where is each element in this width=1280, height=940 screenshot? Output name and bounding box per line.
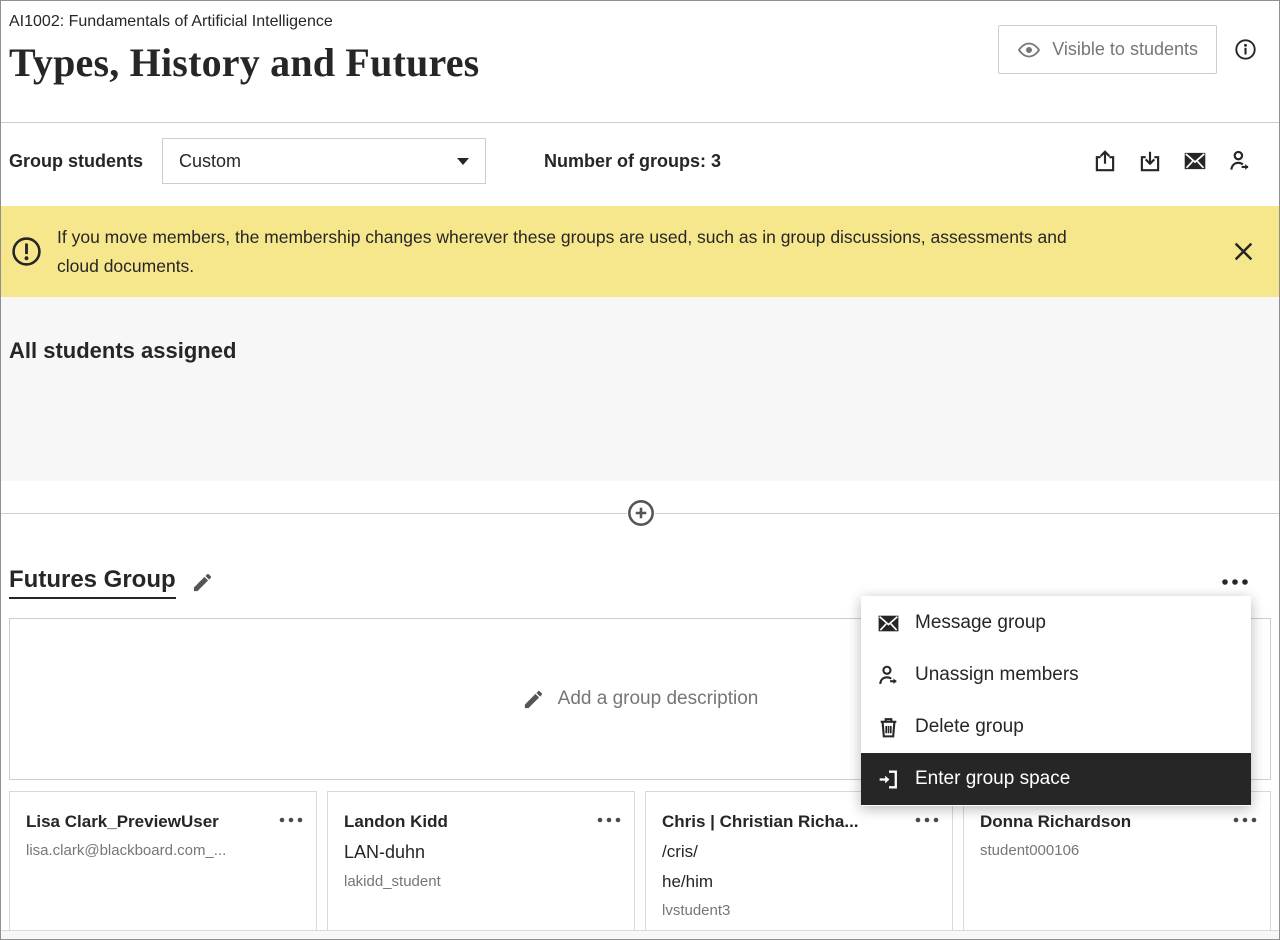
group-context-menu: Message group Unassign members Delete gr… xyxy=(861,596,1251,806)
group-menu-button[interactable] xyxy=(1221,578,1251,586)
add-group-divider xyxy=(1,481,1279,546)
student-name: Lisa Clark_PreviewUser xyxy=(26,812,304,832)
chevron-down-icon xyxy=(457,158,469,165)
person-arrow-icon xyxy=(876,663,901,688)
warning-banner: If you move members, the membership chan… xyxy=(1,206,1279,297)
menu-item-unassign-members[interactable]: Unassign members xyxy=(861,649,1251,701)
groups-toolbar: Group students Custom Number of groups: … xyxy=(1,123,1279,199)
close-icon xyxy=(1230,238,1257,265)
grouping-select[interactable]: Custom xyxy=(162,138,486,184)
student-card: Lisa Clark_PreviewUser lisa.clark@blackb… xyxy=(9,791,317,932)
groups-page: AI1002: Fundamentals of Artificial Intel… xyxy=(0,0,1280,940)
ellipsis-icon xyxy=(914,817,940,823)
all-students-heading: All students assigned xyxy=(9,338,1271,364)
menu-item-label: Unassign members xyxy=(915,664,1079,686)
student-menu-button[interactable] xyxy=(914,817,940,823)
upload-icon xyxy=(1092,148,1118,174)
toolbar-icon-group xyxy=(1092,148,1253,174)
unassign-all-button[interactable] xyxy=(1227,148,1253,174)
student-username: lakidd_student xyxy=(344,873,622,890)
warning-icon xyxy=(11,236,42,267)
unassigned-students-section: All students assigned xyxy=(1,297,1279,481)
header-actions: Visible to students xyxy=(998,25,1257,74)
student-card: Chris | Christian Richa... /cris/ he/him… xyxy=(645,791,953,932)
group-students-label: Group students xyxy=(9,151,143,172)
visible-to-students-button[interactable]: Visible to students xyxy=(998,25,1217,74)
import-button[interactable] xyxy=(1137,148,1163,174)
menu-item-delete-group[interactable]: Delete group xyxy=(861,701,1251,753)
student-card: Landon Kidd LAN-duhn lakidd_student xyxy=(327,791,635,932)
groups-count-label: Number of groups: 3 xyxy=(544,151,721,172)
student-username: student000106 xyxy=(980,842,1258,859)
grouping-select-value: Custom xyxy=(179,151,241,172)
student-menu-button[interactable] xyxy=(278,817,304,823)
menu-item-label: Delete group xyxy=(915,716,1024,738)
menu-item-label: Message group xyxy=(915,612,1046,634)
student-name: Landon Kidd xyxy=(344,812,622,832)
visible-to-students-label: Visible to students xyxy=(1052,39,1198,60)
close-banner-button[interactable] xyxy=(1230,238,1257,265)
student-menu-button[interactable] xyxy=(1232,817,1258,823)
student-detail: lisa.clark@blackboard.com_... xyxy=(26,842,304,859)
export-button[interactable] xyxy=(1092,148,1118,174)
group-name-link[interactable]: Futures Group xyxy=(9,566,176,599)
menu-item-label: Enter group space xyxy=(915,768,1070,790)
menu-item-enter-group-space[interactable]: Enter group space xyxy=(861,753,1251,805)
student-pronunciation: LAN-duhn xyxy=(344,842,622,863)
envelope-icon xyxy=(1182,148,1208,174)
download-icon xyxy=(1137,148,1163,174)
eye-icon xyxy=(1017,38,1041,62)
person-arrow-icon xyxy=(1227,148,1253,174)
warning-message: If you move members, the membership chan… xyxy=(57,223,1092,281)
student-card: Donna Richardson student000106 xyxy=(963,791,1271,932)
envelope-icon xyxy=(876,611,901,636)
edit-group-name-button[interactable] xyxy=(191,571,214,594)
add-group-button[interactable] xyxy=(627,499,655,527)
info-button[interactable] xyxy=(1234,38,1257,61)
trash-icon xyxy=(876,715,901,740)
student-pronunciation: /cris/ xyxy=(662,842,940,862)
message-all-button[interactable] xyxy=(1182,148,1208,174)
group-members-row: Lisa Clark_PreviewUser lisa.clark@blackb… xyxy=(9,791,1271,932)
spacer xyxy=(1,199,1279,206)
ellipsis-icon xyxy=(596,817,622,823)
group-description-placeholder: Add a group description xyxy=(558,688,759,710)
student-name: Chris | Christian Richa... xyxy=(662,812,940,832)
student-username: lvstudent3 xyxy=(662,902,940,919)
menu-item-message-group[interactable]: Message group xyxy=(861,597,1251,649)
info-icon xyxy=(1234,38,1257,61)
ellipsis-icon xyxy=(1221,578,1251,586)
page-bottom-strip xyxy=(1,930,1279,939)
pencil-icon xyxy=(522,688,545,711)
ellipsis-icon xyxy=(1232,817,1258,823)
plus-circle-icon xyxy=(627,499,655,527)
pencil-icon xyxy=(191,571,214,594)
student-pronouns: he/him xyxy=(662,872,940,892)
page-header: AI1002: Fundamentals of Artificial Intel… xyxy=(1,1,1279,123)
enter-icon xyxy=(876,767,901,792)
ellipsis-icon xyxy=(278,817,304,823)
student-name: Donna Richardson xyxy=(980,812,1258,832)
student-menu-button[interactable] xyxy=(596,817,622,823)
